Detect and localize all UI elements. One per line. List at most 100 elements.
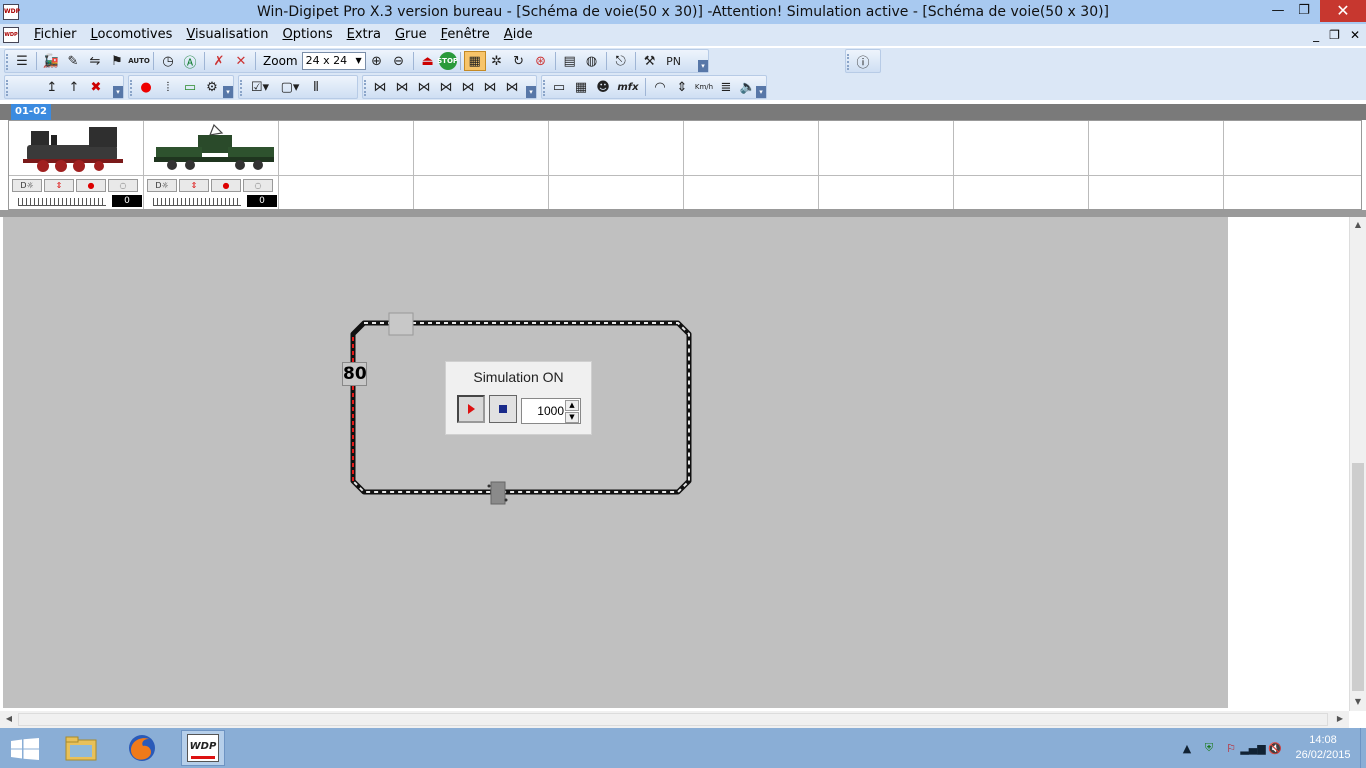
- automatic-mode-icon[interactable]: Ⓐ: [179, 51, 201, 71]
- route-1-icon[interactable]: ⋈: [369, 77, 391, 97]
- loco-slot-empty[interactable]: [1224, 121, 1361, 209]
- loco-slot-2[interactable]: D☼ ⇕ ● ◌ 0: [144, 121, 279, 209]
- spinner-down-icon[interactable]: ▼: [565, 412, 579, 423]
- simulation-stop-button[interactable]: [489, 395, 517, 423]
- volume-muted-icon[interactable]: 🔇: [1264, 737, 1286, 759]
- mdi-restore-button[interactable]: ❐: [1329, 28, 1340, 42]
- tools-icon[interactable]: ⚒: [639, 51, 661, 71]
- track-layout-canvas[interactable]: 80 Simulation ON 1000 ▲ ▼: [3, 217, 1228, 708]
- speed-track[interactable]: [18, 198, 106, 206]
- loco-image-empty[interactable]: [819, 121, 953, 176]
- settings-icon[interactable]: ⚙: [201, 77, 223, 97]
- toolbar-grip[interactable]: [130, 80, 133, 96]
- network-signal-icon[interactable]: ▂▄▆: [1240, 737, 1265, 759]
- mdi-close-button[interactable]: ✕: [1350, 28, 1360, 42]
- mfx-button[interactable]: mfx: [614, 77, 642, 97]
- menu-options[interactable]: Options: [275, 24, 339, 46]
- loco-slot-empty[interactable]: [684, 121, 819, 209]
- action-center-icon[interactable]: ⚐: [1220, 737, 1242, 759]
- loco-slot-empty[interactable]: [1089, 121, 1224, 209]
- arrow-up-icon[interactable]: ↥: [41, 77, 63, 97]
- security-shield-icon[interactable]: ⛨: [1198, 737, 1220, 759]
- show-desktop-button[interactable]: [1360, 728, 1366, 768]
- loco-image-empty[interactable]: [684, 121, 818, 176]
- pn-button[interactable]: PN: [661, 51, 687, 71]
- toolbar-grip[interactable]: [6, 80, 9, 96]
- loco-image-electric[interactable]: [144, 121, 278, 176]
- loco-slot-empty[interactable]: [549, 121, 684, 209]
- delete-loco-icon[interactable]: ✖: [85, 77, 107, 97]
- loco-image-steam[interactable]: [9, 121, 143, 176]
- toolbar-grip[interactable]: [240, 80, 243, 96]
- route-delete-icon[interactable]: ✗: [208, 51, 230, 71]
- toolbar-overflow-icon[interactable]: ▾: [113, 86, 123, 98]
- light-icon[interactable]: D☼: [147, 179, 177, 192]
- toolbar-overflow-icon[interactable]: ▾: [526, 86, 536, 98]
- toolbar-grip[interactable]: [847, 54, 850, 70]
- taskbar-file-explorer[interactable]: [59, 730, 103, 766]
- auto-button[interactable]: AUTO: [128, 51, 150, 71]
- turnout-icon[interactable]: ⇋: [84, 51, 106, 71]
- spinner-up-icon[interactable]: ▲: [565, 400, 579, 411]
- scale-icon[interactable]: ⇕: [671, 77, 693, 97]
- checkbox-dropdown-icon[interactable]: ☑▾: [245, 77, 275, 97]
- light-icon[interactable]: D☼: [12, 179, 42, 192]
- loco-image-empty[interactable]: [954, 121, 1088, 176]
- loco-image-empty[interactable]: [549, 121, 683, 176]
- zoom-out-icon[interactable]: ⊖: [388, 51, 410, 71]
- menu-visualisation[interactable]: Visualisation: [179, 24, 275, 46]
- simulation-interval-spinner[interactable]: 1000 ▲ ▼: [521, 398, 581, 424]
- toolbar-overflow-icon[interactable]: ▾: [223, 86, 233, 98]
- function-icon[interactable]: ◌: [243, 179, 273, 192]
- route-4-icon[interactable]: ⋈: [435, 77, 457, 97]
- menu-extra[interactable]: Extra: [340, 24, 388, 46]
- grid-icon[interactable]: ▦: [570, 77, 592, 97]
- globe-icon[interactable]: ◍: [581, 51, 603, 71]
- loco-image-empty[interactable]: [279, 121, 413, 176]
- scroll-up-icon[interactable]: ▲: [1351, 218, 1365, 232]
- route-7-icon[interactable]: ⋈: [501, 77, 523, 97]
- loco-slot-empty[interactable]: [279, 121, 414, 209]
- taskbar-clock[interactable]: 14:08 26/02/2015: [1286, 733, 1360, 763]
- loco-image-empty[interactable]: [1089, 121, 1223, 176]
- waveform-icon[interactable]: ⦙: [157, 77, 179, 97]
- speed-track[interactable]: [153, 198, 241, 206]
- mdi-document-icon[interactable]: WDP: [3, 27, 19, 43]
- toolbar-grip[interactable]: [364, 80, 367, 96]
- close-button[interactable]: ✕: [1320, 0, 1366, 22]
- toolbar-overflow-icon[interactable]: ▾: [698, 60, 708, 72]
- edit-icon[interactable]: ✎: [62, 51, 84, 71]
- target-icon[interactable]: ⊛: [530, 51, 552, 71]
- people-icon[interactable]: ☻: [592, 77, 614, 97]
- speedometer-button[interactable]: Km/h: [693, 77, 715, 97]
- menu-fenetre[interactable]: Fenêtre: [434, 24, 497, 46]
- show-hidden-icons-icon[interactable]: ▲: [1176, 737, 1198, 759]
- panel-divider[interactable]: [0, 210, 1366, 217]
- simulation-interval-value[interactable]: 1000: [524, 399, 564, 423]
- loco-image-empty[interactable]: [1224, 121, 1361, 176]
- contact-marker[interactable]: [490, 481, 506, 505]
- loco-image-empty[interactable]: [414, 121, 548, 176]
- list-icon[interactable]: ≣: [715, 77, 737, 97]
- loco-slot-1[interactable]: D☼ ⇕ ● ◌ 0: [9, 121, 144, 209]
- toolbar-grip[interactable]: [6, 54, 9, 70]
- route-6-icon[interactable]: ⋈: [479, 77, 501, 97]
- function-icon[interactable]: ◌: [108, 179, 138, 192]
- start-button-windows-icon[interactable]: [11, 738, 39, 760]
- minimize-button[interactable]: —: [1264, 0, 1292, 22]
- locomotive-icon[interactable]: 🚂: [40, 51, 62, 71]
- scroll-down-icon[interactable]: ▼: [1351, 695, 1365, 709]
- column-icon[interactable]: ⫴: [305, 77, 327, 97]
- loco-tab-01-02[interactable]: 01-02: [11, 104, 51, 120]
- exit-icon[interactable]: ⎋: [610, 51, 632, 71]
- menu-aide[interactable]: Aide: [497, 24, 540, 46]
- toolbar-overflow-icon[interactable]: ▾: [756, 86, 766, 98]
- battery-icon[interactable]: ▭: [179, 77, 201, 97]
- taskbar-firefox[interactable]: [120, 730, 164, 766]
- maximize-button[interactable]: ❐: [1290, 0, 1318, 22]
- route-5-icon[interactable]: ⋈: [457, 77, 479, 97]
- horizontal-scrollbar[interactable]: ◀ ▶: [0, 711, 1349, 728]
- vertical-scroll-thumb[interactable]: [1352, 463, 1364, 691]
- arrow-up-alt-icon[interactable]: ↑: [63, 77, 85, 97]
- stop-loco-icon[interactable]: ●: [211, 179, 241, 192]
